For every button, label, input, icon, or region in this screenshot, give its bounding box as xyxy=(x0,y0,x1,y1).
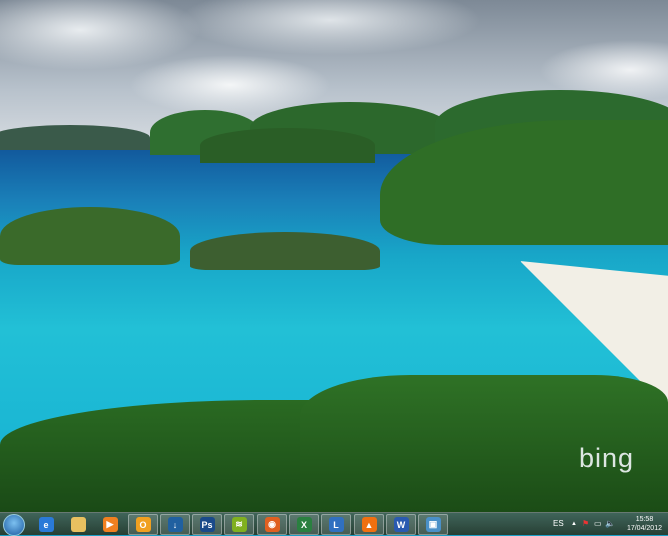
taskbar-button-download-manager[interactable]: ↓ xyxy=(160,514,190,535)
clock-time: 15:58 xyxy=(635,516,654,523)
taskbar-button-windows-media-player[interactable]: ▶ xyxy=(95,514,125,535)
windows-media-player-icon: ▶ xyxy=(102,517,118,532)
clock[interactable]: 15:58 17/04/2012 xyxy=(627,515,662,533)
windows-explorer-icon xyxy=(70,517,86,532)
word-icon: W xyxy=(393,517,409,532)
desktop-wallpaper: bing xyxy=(0,0,668,512)
taskbar-button-remote-desktop[interactable]: ▣ xyxy=(418,514,448,535)
taskbar-button-photoshop[interactable]: Ps xyxy=(192,514,222,535)
taskbar-button-internet-explorer[interactable]: e xyxy=(31,514,61,535)
firefox-icon: ◉ xyxy=(264,517,280,532)
bing-logo: bing xyxy=(579,443,635,473)
show-hidden-icons-button[interactable]: ▲ xyxy=(571,521,577,527)
outlook-icon: O xyxy=(135,517,151,532)
taskbar-button-outlook[interactable]: O xyxy=(128,514,158,535)
start-button[interactable] xyxy=(3,514,25,536)
distant-hill xyxy=(0,125,150,150)
taskbar-button-firefox[interactable]: ◉ xyxy=(257,514,287,535)
spotify-icon: ≋ xyxy=(231,517,247,532)
taskbar-button-vlc[interactable]: ▲ xyxy=(354,514,384,535)
clock-date: 17/04/2012 xyxy=(626,525,662,532)
language-indicator[interactable]: ES xyxy=(553,519,564,528)
network-icon[interactable]: ▭ xyxy=(594,519,602,528)
action-center-flag-icon[interactable]: ⚑ xyxy=(582,519,589,528)
rock-island xyxy=(190,232,380,270)
taskbar: e ▶ O ↓ Ps ≋ ◉ X L ▲ W ▣ ES ▲ ⚑ ▭ 🔈 15:58 17/04/201… xyxy=(0,512,668,536)
taskbar-button-lync[interactable]: L xyxy=(321,514,351,535)
taskbar-button-word[interactable]: W xyxy=(386,514,416,535)
taskbar-button-excel[interactable]: X xyxy=(289,514,319,535)
vlc-icon: ▲ xyxy=(361,517,377,532)
remote-desktop-icon: ▣ xyxy=(425,517,441,532)
photoshop-icon: Ps xyxy=(199,517,215,532)
internet-explorer-icon: e xyxy=(38,517,54,532)
download-manager-icon: ↓ xyxy=(167,517,183,532)
lync-icon: L xyxy=(328,517,344,532)
volume-icon[interactable]: 🔈 xyxy=(605,519,615,528)
taskbar-button-spotify[interactable]: ≋ xyxy=(224,514,254,535)
island xyxy=(200,128,375,163)
excel-icon: X xyxy=(296,517,312,532)
rock-island xyxy=(0,207,180,265)
taskbar-button-windows-explorer[interactable] xyxy=(63,514,93,535)
